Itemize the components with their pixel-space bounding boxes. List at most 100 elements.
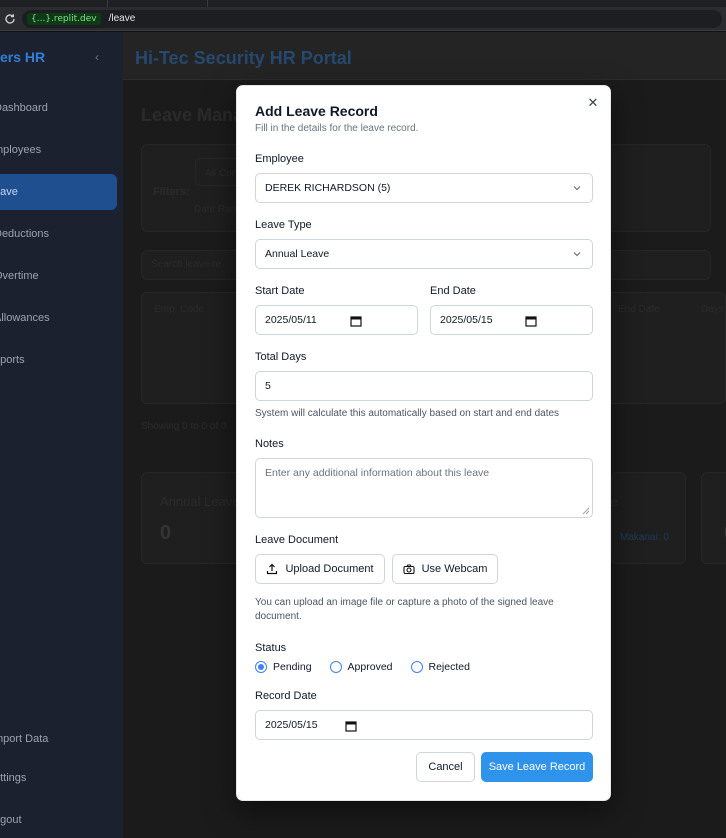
- dialog-title: Add Leave Record: [255, 103, 378, 119]
- sidebar-item-label: mployees: [0, 144, 42, 156]
- document-helper: You can upload an image file or capture …: [255, 597, 554, 622]
- sidebar-item-label: ogout: [0, 814, 22, 826]
- sidebar-item-label: Overtime: [0, 270, 39, 282]
- status-label: Status: [255, 642, 287, 654]
- radio-selected-icon: [255, 661, 267, 673]
- pagination-info: Showing 0 to 0 of 0: [141, 421, 227, 432]
- chevron-down-icon: [573, 186, 581, 191]
- sidebar-item-logout[interactable]: ogout: [0, 802, 123, 838]
- sidebar: ers HR ‹ Dashboard mployees eave Deducti…: [0, 32, 123, 838]
- cancel-button[interactable]: Cancel: [416, 752, 475, 782]
- chevron-left-icon[interactable]: ‹: [95, 50, 99, 64]
- notes-label: Notes: [255, 438, 284, 450]
- save-leave-record-button[interactable]: Save Leave Record: [481, 752, 593, 782]
- chevron-down-icon: [573, 252, 581, 257]
- sidebar-item-label: Deductions: [0, 228, 50, 240]
- column-header: Days: [701, 304, 724, 315]
- annual-leave-value: 0: [160, 522, 172, 544]
- url-host: {...}.replit.dev: [27, 12, 101, 25]
- use-webcam-label: Use Webcam: [421, 563, 488, 575]
- sidebar-item-leave[interactable]: eave: [0, 174, 117, 210]
- sidebar-item-allowances[interactable]: Allowances: [0, 300, 123, 336]
- column-header: Emp. Code: [154, 304, 205, 315]
- end-date-input[interactable]: 2025/05/15: [430, 305, 593, 335]
- record-date-label: Record Date: [255, 690, 317, 702]
- filters-label: Filters:: [153, 186, 190, 198]
- start-date-input[interactable]: 2025/05/11: [255, 305, 418, 335]
- status-radio-approved[interactable]: Approved: [329, 661, 393, 673]
- sidebar-item-label: mport Data: [0, 733, 49, 745]
- browser-tab[interactable]: [20, 0, 108, 7]
- use-webcam-button[interactable]: Use Webcam: [392, 554, 498, 584]
- sidebar-item-label: Dashboard: [0, 102, 48, 114]
- notes-textarea[interactable]: Enter any additional information about t…: [255, 458, 593, 518]
- sidebar-item-reports[interactable]: eports: [0, 342, 123, 378]
- calendar-icon[interactable]: [350, 315, 362, 327]
- browser-tabstrip: [0, 0, 726, 7]
- total-days-input[interactable]: 5: [255, 371, 593, 401]
- cancel-label: Cancel: [428, 761, 463, 773]
- upload-document-label: Upload Document: [285, 563, 374, 575]
- sidebar-item-label: eports: [0, 354, 25, 366]
- add-leave-dialog: ✕ Add Leave Record Fill in the details f…: [236, 85, 611, 801]
- resize-grip-icon[interactable]: [582, 507, 590, 515]
- radio-icon: [329, 661, 342, 673]
- date-range-label: Date Ran: [194, 204, 237, 215]
- status-radio-rejected[interactable]: Rejected: [410, 661, 470, 673]
- total-days-label: Total Days: [255, 351, 307, 363]
- page-title: Leave Mana: [141, 105, 244, 125]
- document-label: Leave Document: [255, 534, 339, 546]
- search-placeholder: Search leave re: [151, 259, 222, 270]
- sidebar-item-dashboard[interactable]: Dashboard: [0, 90, 123, 126]
- leave-type-select-value: Annual Leave: [265, 248, 330, 260]
- dialog-description: Fill in the details for the leave record…: [255, 123, 419, 134]
- upload-document-button[interactable]: Upload Document: [255, 554, 385, 584]
- sidebar-item-deductions[interactable]: Deductions: [0, 216, 123, 252]
- employee-select-value: DEREK RICHARDSON (5): [265, 182, 391, 194]
- reload-icon[interactable]: [1, 10, 19, 28]
- browser-url-bar: {...}.replit.dev /leave: [0, 7, 726, 31]
- sidebar-item-import-data[interactable]: mport Data: [0, 721, 123, 757]
- sidebar-item-employees[interactable]: mployees: [0, 132, 123, 168]
- sidebar-item-label: ettings: [0, 772, 27, 784]
- summary-card-title: e: [611, 494, 619, 509]
- summary-card: [611, 472, 686, 564]
- save-label: Save Leave Record: [488, 761, 586, 773]
- record-date-input[interactable]: 2025/05/15: [255, 710, 593, 740]
- document-helper-line: document.: [255, 611, 302, 622]
- summary-card-sub: Makanai: 0: [620, 532, 669, 543]
- sidebar-item-label: eave: [0, 186, 18, 198]
- annual-leave-title: Annual Leave: [160, 494, 240, 509]
- calendar-icon[interactable]: [525, 315, 537, 327]
- employee-label: Employee: [255, 153, 304, 165]
- column-header: End Date: [618, 304, 660, 315]
- leave-type-select[interactable]: Annual Leave: [255, 239, 593, 269]
- end-date-label: End Date: [430, 285, 476, 297]
- status-radio-group: Pending Approved Rejected: [255, 661, 488, 673]
- status-radio-pending[interactable]: Pending: [255, 661, 312, 673]
- total-days-helper: System will calculate this automatically…: [255, 408, 560, 419]
- portal-title: Hi-Tec Security HR Portal: [135, 48, 352, 68]
- record-date-value: 2025/05/15: [265, 719, 318, 731]
- url-path: /leave: [108, 13, 136, 24]
- upload-icon: [267, 563, 278, 575]
- sidebar-item-settings[interactable]: ettings: [0, 760, 123, 796]
- total-days-value: 5: [265, 380, 271, 392]
- notes-placeholder: Enter any additional information about t…: [265, 467, 490, 479]
- sidebar-brand: ers HR: [0, 49, 46, 65]
- end-date-value: 2025/05/15: [440, 314, 493, 326]
- camera-icon: [403, 564, 415, 575]
- employee-select[interactable]: DEREK RICHARDSON (5): [255, 173, 593, 203]
- document-helper-line: You can upload an image file or capture …: [255, 597, 554, 608]
- start-date-label: Start Date: [255, 285, 305, 297]
- calendar-icon[interactable]: [345, 720, 357, 732]
- radio-icon: [410, 661, 423, 673]
- browser-tab[interactable]: [108, 0, 208, 7]
- sidebar-item-overtime[interactable]: Overtime: [0, 258, 123, 294]
- radio-label: Rejected: [428, 661, 470, 673]
- address-field[interactable]: {...}.replit.dev /leave: [22, 9, 722, 28]
- top-header: Hi-Tec Security HR Portal: [123, 32, 726, 80]
- radio-label: Approved: [347, 661, 393, 673]
- start-date-value: 2025/05/11: [265, 314, 317, 326]
- close-icon[interactable]: ✕: [585, 95, 601, 111]
